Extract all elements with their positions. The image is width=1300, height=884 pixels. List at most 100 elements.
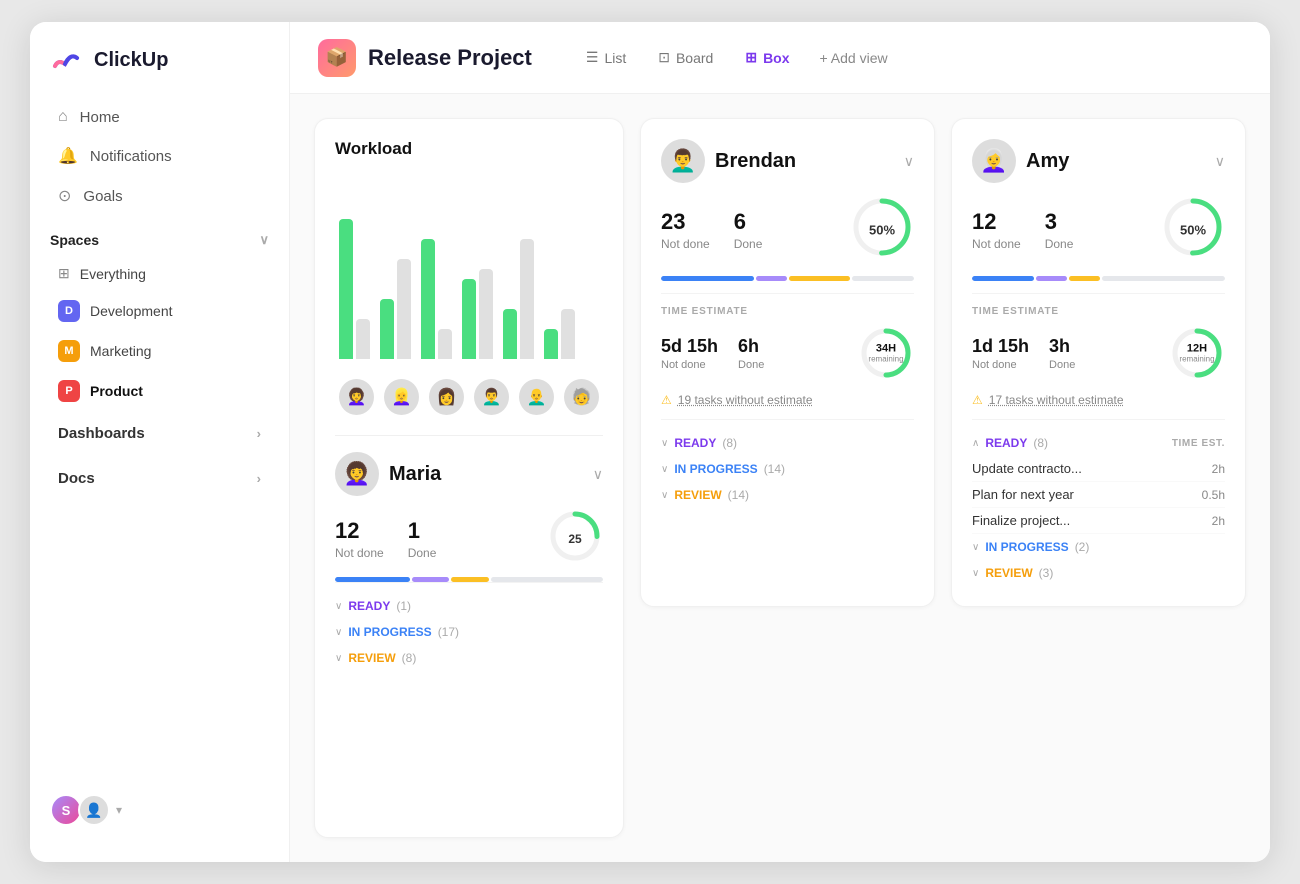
sidebar-item-development[interactable]: D Development bbox=[38, 291, 281, 331]
task-name-3: Finalize project... bbox=[972, 513, 1070, 528]
brendan-ready-count: (8) bbox=[722, 436, 737, 450]
bar-group-3 bbox=[421, 239, 452, 359]
amy-avatar: 👩‍🦳 bbox=[972, 139, 1016, 183]
maria-status-inprogress[interactable]: ∨ IN PROGRESS (17) bbox=[335, 619, 603, 645]
sidebar-item-product[interactable]: P Product bbox=[38, 371, 281, 411]
bar-group-1 bbox=[339, 219, 370, 359]
amy-review-chevron-icon: ∨ bbox=[972, 568, 979, 579]
docs-chevron-icon: › bbox=[257, 471, 261, 486]
bar-green-6 bbox=[544, 329, 558, 359]
maria-review-label: REVIEW bbox=[348, 651, 395, 665]
tab-box[interactable]: ⊞ Box bbox=[731, 43, 803, 72]
brendan-warning: ⚠ 19 tasks without estimate bbox=[661, 393, 914, 407]
brendan-review-chevron-icon: ∨ bbox=[661, 490, 668, 501]
brendan-done-value: 6 bbox=[734, 209, 763, 235]
bar-gray-3 bbox=[438, 329, 452, 359]
maria-chevron-icon[interactable]: ∨ bbox=[593, 466, 603, 483]
user-avatars: S 👤 bbox=[50, 794, 110, 826]
brendan-status-ready[interactable]: ∨ READY (8) bbox=[661, 430, 914, 456]
add-view-button[interactable]: + Add view bbox=[808, 44, 900, 72]
amy-chevron-icon[interactable]: ∨ bbox=[1215, 153, 1225, 170]
bar-gray-1 bbox=[356, 319, 370, 359]
amy-card: 👩‍🦳 Amy ∨ 12 Not done 3 Done bbox=[951, 118, 1246, 607]
chart-avatar-3: 👩 bbox=[429, 379, 464, 415]
brendan-ready-chevron-icon: ∨ bbox=[661, 438, 668, 449]
workload-card: Workload bbox=[314, 118, 624, 838]
amy-status-review[interactable]: ∨ REVIEW (3) bbox=[972, 560, 1225, 586]
user-chevron-icon[interactable]: ▾ bbox=[116, 803, 122, 817]
bar-gray-5 bbox=[520, 239, 534, 359]
amy-ready-count: (8) bbox=[1033, 436, 1048, 450]
nav-goals-label: Goals bbox=[83, 188, 122, 205]
brendan-chevron-icon[interactable]: ∨ bbox=[904, 153, 914, 170]
amy-time-est-label: TIME ESTIMATE bbox=[972, 306, 1225, 317]
brendan-avatar: 👨‍🦱 bbox=[661, 139, 705, 183]
amy-inprogress-label: IN PROGRESS bbox=[985, 540, 1068, 554]
brendan-status-review[interactable]: ∨ REVIEW (14) bbox=[661, 482, 914, 508]
maria-percent-label: 25 bbox=[568, 532, 581, 546]
pb-gray bbox=[491, 577, 603, 582]
amy-inprogress-chevron-icon: ∨ bbox=[972, 542, 979, 553]
tab-list[interactable]: ☰ List bbox=[572, 43, 640, 72]
amy-review-count: (3) bbox=[1039, 566, 1054, 580]
sidebar-item-everything[interactable]: ⊞ Everything bbox=[38, 256, 281, 291]
brendan-time-estimate: TIME ESTIMATE 5d 15h Not done 6h Done bbox=[661, 293, 914, 381]
maria-status-review[interactable]: ∨ REVIEW (8) bbox=[335, 645, 603, 671]
dashboards-section[interactable]: Dashboards › bbox=[38, 413, 281, 454]
nav-goals[interactable]: ⊙ Goals bbox=[38, 176, 281, 216]
bar-group-6 bbox=[544, 309, 575, 359]
bar-group-5 bbox=[503, 239, 534, 359]
amy-done-value: 3 bbox=[1045, 209, 1074, 235]
maria-header: 👩‍🦱 Maria ∨ bbox=[335, 452, 603, 496]
brendan-review-count: (14) bbox=[728, 488, 749, 502]
amy-done-time: 3h Done bbox=[1049, 336, 1075, 371]
home-icon: ⌂ bbox=[58, 108, 68, 126]
sidebar-footer: S 👤 ▾ bbox=[30, 778, 289, 842]
maria-status-ready[interactable]: ∨ READY (1) bbox=[335, 593, 603, 619]
brendan-info: 👨‍🦱 Brendan bbox=[661, 139, 796, 183]
nav-notifications[interactable]: 🔔 Notifications bbox=[38, 136, 281, 176]
maria-done-value: 1 bbox=[408, 518, 437, 544]
warning-icon: ⚠ bbox=[661, 393, 672, 407]
amy-remaining-value: 12H bbox=[1179, 343, 1214, 355]
amy-done-label: Done bbox=[1045, 237, 1074, 251]
brendan-not-done: 23 Not done bbox=[661, 209, 710, 251]
brendan-progress-ring: 50% bbox=[850, 195, 914, 264]
sidebar: ClickUp ⌂ Home 🔔 Notifications ⊙ Goals S… bbox=[30, 22, 290, 862]
brendan-status-inprogress[interactable]: ∨ IN PROGRESS (14) bbox=[661, 456, 914, 482]
brendan-remaining-sub: remaining bbox=[868, 355, 903, 364]
amy-done-time-label: Done bbox=[1049, 359, 1075, 371]
brendan-warning-text: 19 tasks without estimate bbox=[678, 393, 813, 407]
review-chevron-icon: ∨ bbox=[335, 653, 342, 664]
amy-time-stats: 1d 15h Not done 3h Done bbox=[972, 325, 1225, 381]
amy-status-inprogress[interactable]: ∨ IN PROGRESS (2) bbox=[972, 534, 1225, 560]
brendan-not-done-time-label: Not done bbox=[661, 359, 718, 371]
pb-yellow-b bbox=[789, 276, 851, 281]
amy-status-ready[interactable]: ∧ READY (8) TIME EST. bbox=[972, 430, 1225, 456]
brendan-percent-label: 50% bbox=[869, 222, 895, 237]
brendan-review-label: REVIEW bbox=[674, 488, 721, 502]
nav-home[interactable]: ⌂ Home bbox=[38, 98, 281, 136]
spaces-chevron-icon[interactable]: ∨ bbox=[259, 232, 269, 248]
grid-icon: ⊞ bbox=[58, 265, 70, 282]
bar-group-2 bbox=[380, 259, 411, 359]
brendan-time-stats: 5d 15h Not done 6h Done bbox=[661, 325, 914, 381]
amy-name: Amy bbox=[1026, 150, 1069, 173]
sidebar-item-marketing[interactable]: M Marketing bbox=[38, 331, 281, 371]
amy-done-time-value: 3h bbox=[1049, 336, 1075, 357]
amy-stats: 12 Not done 3 Done 50% bbox=[972, 195, 1225, 264]
docs-label: Docs bbox=[58, 470, 95, 487]
brendan-inprogress-count: (14) bbox=[764, 462, 785, 476]
tab-board[interactable]: ⊡ Board bbox=[644, 43, 727, 72]
brendan-statuses: ∨ READY (8) ∨ IN PROGRESS (14) ∨ REVIEW … bbox=[661, 419, 914, 508]
pb-gray-a bbox=[1102, 276, 1226, 281]
brendan-done-time-value: 6h bbox=[738, 336, 764, 357]
brendan-remaining-value: 34H bbox=[868, 343, 903, 355]
docs-section[interactable]: Docs › bbox=[38, 458, 281, 499]
pb-gray-b bbox=[852, 276, 914, 281]
tab-board-label: Board bbox=[676, 50, 713, 66]
pb-purple-b bbox=[756, 276, 787, 281]
brendan-time-est-label: TIME ESTIMATE bbox=[661, 306, 914, 317]
project-title-area: 📦 Release Project bbox=[318, 39, 532, 77]
dashboards-label: Dashboards bbox=[58, 425, 145, 442]
